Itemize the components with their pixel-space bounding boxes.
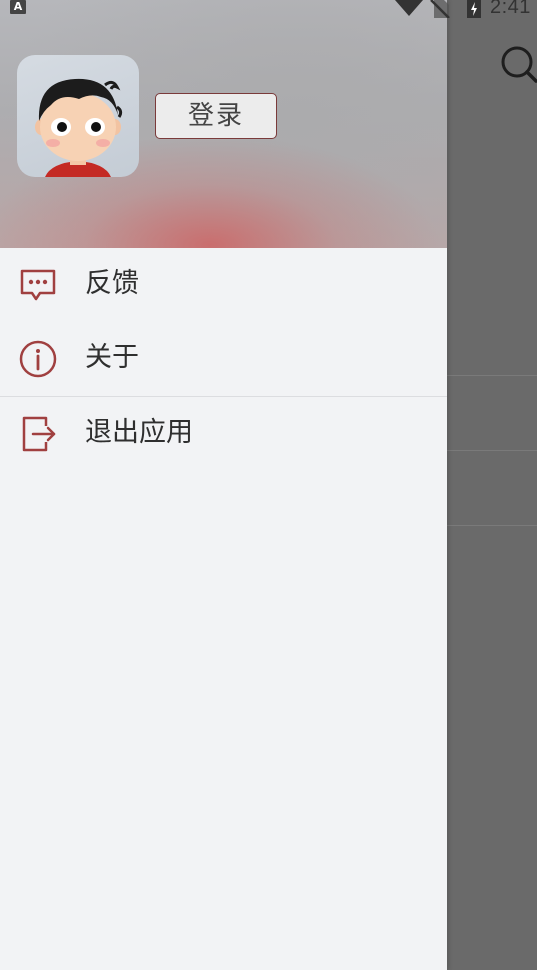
battery-charging-icon bbox=[467, 0, 481, 18]
menu-label-exit-app: 退出应用 bbox=[85, 417, 193, 448]
login-button[interactable]: 登录 bbox=[155, 93, 277, 139]
navigation-drawer: 登录 反馈 关于 退出应用 bbox=[0, 0, 447, 970]
no-sim-icon bbox=[430, 0, 450, 18]
menu-item-exit-app[interactable]: 退出应用 bbox=[0, 397, 447, 471]
menu-label-about: 关于 bbox=[85, 342, 139, 373]
menu-item-about[interactable]: 关于 bbox=[0, 322, 447, 396]
background-divider bbox=[447, 450, 537, 451]
status-time: 2:41 bbox=[490, 0, 531, 18]
menu-label-feedback: 反馈 bbox=[85, 268, 139, 299]
exit-icon bbox=[22, 416, 56, 452]
menu-item-feedback[interactable]: 反馈 bbox=[0, 248, 447, 322]
avatar[interactable] bbox=[17, 55, 139, 177]
background-divider bbox=[447, 525, 537, 526]
feedback-icon bbox=[20, 269, 56, 301]
notification-a-icon: A bbox=[10, 0, 26, 14]
status-bar: A 2:41 bbox=[0, 0, 537, 24]
background-divider bbox=[447, 375, 537, 376]
avatar-cartoon-boy-icon bbox=[35, 78, 123, 177]
wifi-icon bbox=[395, 0, 423, 16]
drawer-header: 登录 bbox=[0, 0, 447, 248]
search-icon bbox=[501, 46, 537, 83]
info-icon bbox=[19, 340, 57, 378]
